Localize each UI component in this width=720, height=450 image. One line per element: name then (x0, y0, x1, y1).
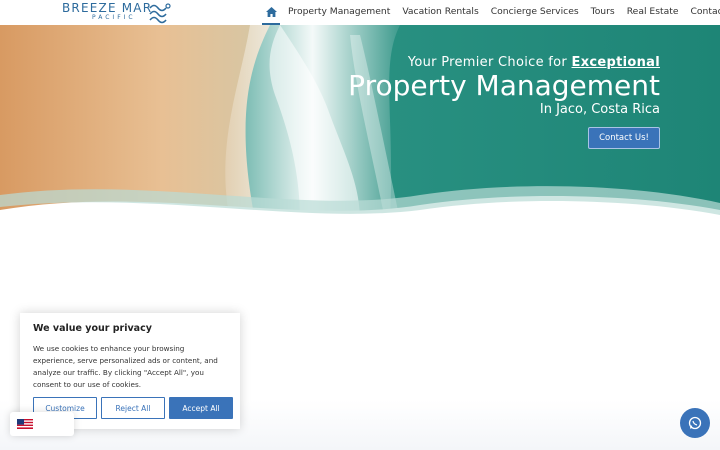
language-switcher[interactable] (10, 412, 74, 436)
home-icon (265, 6, 277, 17)
hero-tagline: Your Premier Choice for Exceptional (348, 55, 660, 70)
hero-location: In Jaco, Costa Rica (539, 102, 660, 117)
nav-contact-us[interactable]: Contact Us (691, 0, 720, 25)
waves-logo-icon (149, 3, 171, 24)
cookie-message: We use cookies to enhance your browsing … (33, 344, 218, 389)
hero-tagline-emphasis: Exceptional (571, 55, 660, 70)
whatsapp-chat-button[interactable] (680, 408, 710, 438)
whatsapp-icon (688, 416, 702, 430)
reject-all-button[interactable]: Reject All (101, 397, 165, 419)
hero-heading: Your Premier Choice for Exceptional Prop… (348, 55, 660, 117)
main-nav: Property Management Vacation Rentals Con… (262, 0, 720, 25)
logo-subtitle: PACIFIC (92, 14, 136, 21)
hero-tagline-prefix: Your Premier Choice for (407, 55, 572, 70)
hero-title: Property Management (348, 69, 660, 102)
nav-home[interactable] (262, 0, 280, 25)
us-flag-icon (17, 419, 33, 429)
site-header: BREEZE MAR PACIFIC Property Management V… (0, 0, 720, 25)
nav-vacation-rentals[interactable]: Vacation Rentals (402, 0, 478, 25)
nav-concierge-services[interactable]: Concierge Services (491, 0, 579, 25)
logo-name: BREEZE MAR (62, 1, 153, 15)
hero-banner: Your Premier Choice for Exceptional Prop… (0, 25, 720, 220)
cookie-title: We value your privacy (33, 323, 152, 334)
accept-all-button[interactable]: Accept All (169, 397, 233, 419)
contact-us-button[interactable]: Contact Us! (588, 127, 660, 149)
nav-real-estate[interactable]: Real Estate (627, 0, 679, 25)
site-logo[interactable]: BREEZE MAR PACIFIC (62, 1, 172, 24)
nav-property-management[interactable]: Property Management (288, 0, 390, 25)
page: BREEZE MAR PACIFIC Property Management V… (0, 0, 720, 450)
nav-tours[interactable]: Tours (591, 0, 615, 25)
